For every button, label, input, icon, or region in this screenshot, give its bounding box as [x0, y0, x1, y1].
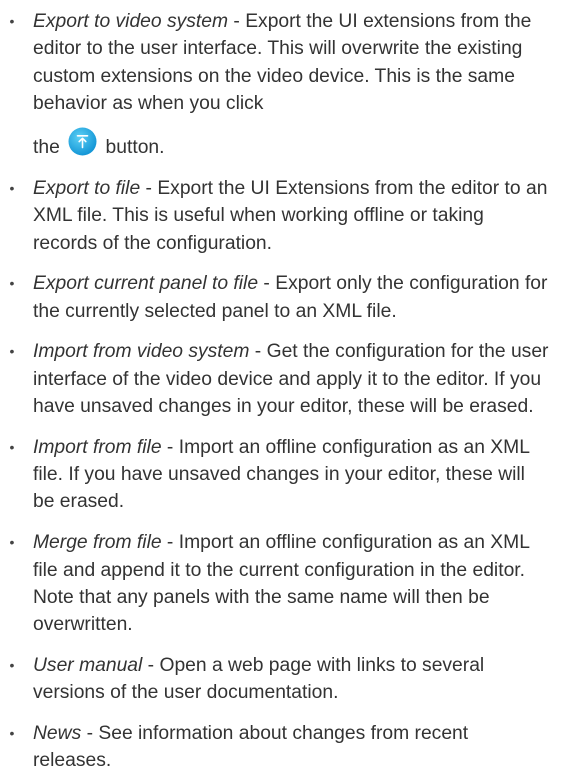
item-separator: - [249, 341, 267, 363]
item-description-tail: the button. [33, 127, 165, 161]
item-separator: - [140, 177, 158, 199]
list-item-export-to-video-system: • Export to video system - Export the UI… [0, 8, 551, 161]
item-term: Import from file [33, 436, 162, 458]
item-separator: - [258, 273, 276, 295]
bullet: • [9, 13, 15, 29]
item-description: See information about changes from recen… [33, 723, 469, 772]
tail-prefix: the [33, 137, 60, 159]
upload-icon [68, 127, 97, 156]
item-term: Merge from file [33, 532, 162, 554]
item-separator: - [228, 11, 246, 32]
item-term: Export to file [33, 177, 141, 199]
tail-suffix: button. [105, 137, 165, 159]
bullet: • [9, 656, 15, 673]
item-term: Import from video system [33, 341, 250, 363]
item-separator: - [161, 532, 179, 554]
list-item-export-to-file: • Export to file - Export the UI Extensi… [0, 175, 551, 257]
bullet: • [9, 725, 15, 742]
item-separator: - [161, 436, 179, 458]
item-term: User manual [33, 654, 143, 676]
item-term: News [33, 723, 82, 745]
menu-options-list: • Export to video system - Export the UI… [0, 8, 551, 775]
item-term: Export to video system [33, 11, 229, 32]
list-item-import-from-video-system: • Import from video system - Get the con… [0, 338, 551, 420]
list-item-user-manual: • User manual - Open a web page with lin… [0, 652, 551, 707]
bullet: • [9, 438, 15, 455]
bullet: • [9, 275, 15, 292]
bullet: • [9, 179, 15, 196]
list-item-news: • News - See information about changes f… [0, 720, 551, 775]
item-separator: - [142, 654, 160, 676]
list-item-merge-from-file: • Merge from file - Import an offline co… [0, 529, 551, 638]
bullet: • [9, 343, 15, 360]
item-separator: - [81, 723, 99, 745]
list-item-export-current-panel-to-file: • Export current panel to file - Export … [0, 270, 551, 325]
list-item-import-from-file: • Import from file - Import an offline c… [0, 434, 551, 516]
document-page: • Export to video system - Export the UI… [0, 0, 571, 771]
bullet: • [9, 534, 15, 551]
item-term: Export current panel to file [33, 273, 259, 295]
